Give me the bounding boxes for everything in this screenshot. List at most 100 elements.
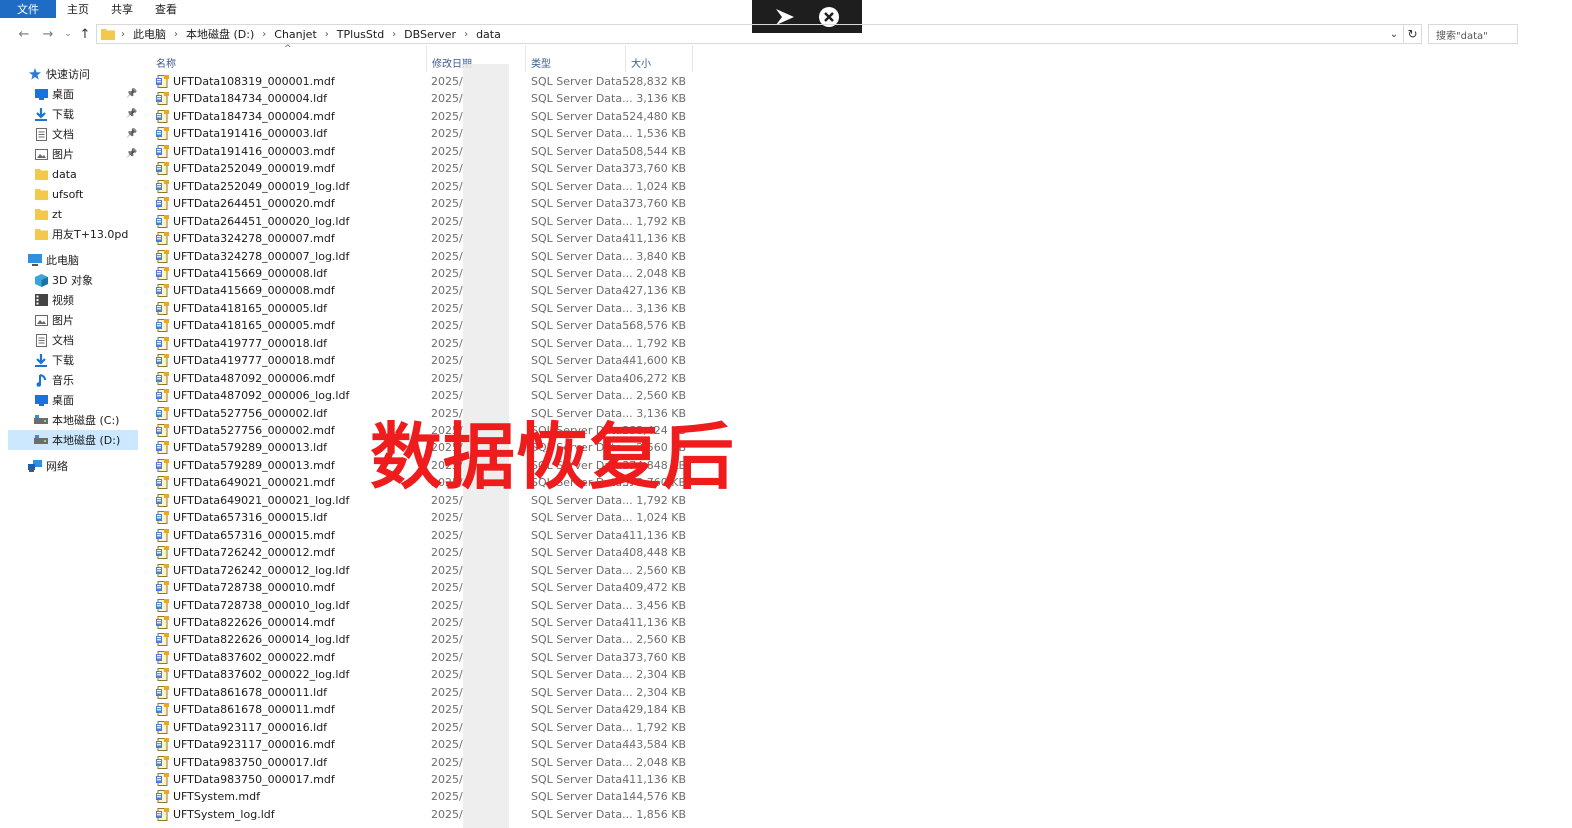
- star-icon: [28, 67, 42, 81]
- tab-home[interactable]: 主页: [56, 0, 100, 18]
- table-row[interactable]: UFTData419777_000018.mdf 2025/SQL Server …: [150, 352, 694, 369]
- sidebar-item-18[interactable]: 本地磁盘 (D:): [8, 430, 138, 450]
- pin-icon[interactable]: 📌: [126, 129, 137, 139]
- table-row[interactable]: UFTData728738_000010.mdf 2025/SQL Server …: [150, 579, 694, 596]
- sidebar-item-17[interactable]: 本地磁盘 (C:): [34, 410, 138, 430]
- table-row[interactable]: UFTData252049_000019_log.ldf 2025/SQL Ser…: [150, 178, 694, 195]
- sidebar-item-13[interactable]: 文档: [34, 330, 138, 350]
- table-row[interactable]: UFTData822626_000014.mdf 2025/SQL Server …: [150, 614, 694, 631]
- pin-icon[interactable]: 📌: [126, 109, 137, 119]
- pin-icon[interactable]: 📌: [126, 89, 137, 99]
- table-row[interactable]: UFTData726242_000012.mdf 2025/SQL Server …: [150, 544, 694, 561]
- sidebar-item-11[interactable]: 视频: [34, 290, 138, 310]
- table-row[interactable]: UFTData726242_000012_log.ldf 2025/SQL Ser…: [150, 562, 694, 579]
- sidebar-item-9[interactable]: 此电脑: [28, 250, 138, 270]
- desktop-icon: [34, 87, 48, 101]
- address-bar[interactable]: › 此电脑 › 本地磁盘 (D:) › Chanjet › TPlusStd ›…: [96, 24, 1404, 44]
- file-name: UFTData923117_000016.ldf: [173, 720, 328, 734]
- table-row[interactable]: UFTData837602_000022.mdf 2025/SQL Server …: [150, 649, 694, 666]
- table-row[interactable]: UFTData264451_000020_log.ldf 2025/SQL Ser…: [150, 213, 694, 230]
- table-row[interactable]: UFTData983750_000017.mdf 2025/SQL Server …: [150, 771, 694, 788]
- table-row[interactable]: UFTData415669_000008.mdf 2025/SQL Server …: [150, 282, 694, 299]
- breadcrumb-drive-d[interactable]: 本地磁盘 (D:): [186, 26, 254, 42]
- table-row[interactable]: UFTData191416_000003.ldf 2025/SQL Server …: [150, 125, 694, 142]
- column-header-type[interactable]: 类型: [531, 52, 623, 72]
- file-name: UFTData415669_000008.mdf: [173, 284, 335, 298]
- sidebar-item-2[interactable]: 下载 📌: [34, 104, 138, 124]
- breadcrumb-this-pc[interactable]: 此电脑: [133, 26, 166, 42]
- sidebar-item-1[interactable]: 桌面 📌: [34, 84, 138, 104]
- table-row[interactable]: UFTSystem.mdf 2025/SQL Server Data... 144,…: [150, 788, 694, 805]
- table-row[interactable]: UFTData418165_000005.mdf 2025/SQL Server …: [150, 317, 694, 334]
- tab-file[interactable]: 文件: [0, 0, 56, 18]
- table-row[interactable]: UFTData108319_000001.mdf 2025/SQL Server …: [150, 73, 694, 90]
- table-row[interactable]: UFTData264451_000020.mdf 2025/SQL Server …: [150, 195, 694, 212]
- breadcrumb-chanjet[interactable]: Chanjet: [274, 28, 317, 41]
- recent-dropdown-icon[interactable]: ⌄: [60, 26, 76, 42]
- sidebar-item-16[interactable]: 桌面: [34, 390, 138, 410]
- network-icon: [28, 459, 42, 473]
- breadcrumb-dbserver[interactable]: DBServer: [404, 28, 456, 41]
- table-row[interactable]: UFTData861678_000011.ldf 2025/SQL Server …: [150, 684, 694, 701]
- pin-icon[interactable]: 📌: [126, 149, 137, 159]
- column-header-size[interactable]: 大小: [631, 52, 691, 72]
- sidebar-item-label: 用友T+13.0pd: [52, 228, 129, 241]
- table-row[interactable]: UFTData923117_000016.ldf 2025/SQL Server …: [150, 719, 694, 736]
- table-row[interactable]: UFTData983750_000017.ldf 2025/SQL Server …: [150, 754, 694, 771]
- file-name: UFTData837602_000022.mdf: [173, 650, 335, 664]
- table-row[interactable]: UFTData728738_000010_log.ldf 2025/SQL Ser…: [150, 597, 694, 614]
- table-row[interactable]: UFTData324278_000007.mdf 2025/SQL Server …: [150, 230, 694, 247]
- table-row[interactable]: UFTData191416_000003.mdf 2025/SQL Server …: [150, 143, 694, 160]
- table-row[interactable]: UFTData822626_000014_log.ldf 2025/SQL Ser…: [150, 631, 694, 648]
- breadcrumb-tplusstd[interactable]: TPlusStd: [337, 28, 384, 41]
- sidebar-item-3[interactable]: 文档 📌: [34, 124, 138, 144]
- sidebar-item-10[interactable]: 3D 对象: [34, 270, 138, 290]
- file-type: SQL Server Data...: [531, 75, 633, 88]
- sidebar-item-6[interactable]: ufsoft: [34, 184, 138, 204]
- back-icon[interactable]: ←: [16, 26, 32, 42]
- sidebar-item-14[interactable]: 下载: [34, 350, 138, 370]
- tab-share[interactable]: 共享: [100, 0, 144, 18]
- table-row[interactable]: UFTData657316_000015.ldf 2025/SQL Server …: [150, 509, 694, 526]
- table-row[interactable]: UFTData184734_000004.mdf 2025/SQL Server …: [150, 108, 694, 125]
- sql-data-file-icon: [156, 563, 169, 577]
- sidebar-item-7[interactable]: zt: [34, 204, 138, 224]
- sidebar-item-8[interactable]: 用友T+13.0pd: [34, 224, 138, 244]
- table-row[interactable]: UFTData415669_000008.ldf 2025/SQL Server …: [150, 265, 694, 282]
- table-row[interactable]: UFTData837602_000022_log.ldf 2025/SQL Ser…: [150, 666, 694, 683]
- table-row[interactable]: UFTData324278_000007_log.ldf 2025/SQL Ser…: [150, 248, 694, 265]
- sidebar-item-0[interactable]: 快速访问: [28, 64, 138, 84]
- sidebar-item-5[interactable]: data: [34, 164, 138, 184]
- column-divider[interactable]: [692, 46, 693, 72]
- refresh-icon[interactable]: ↻: [1404, 24, 1422, 44]
- table-row[interactable]: UFTData657316_000015.mdf 2025/SQL Server …: [150, 527, 694, 544]
- breadcrumb-data[interactable]: data: [476, 28, 501, 41]
- file-name: UFTData419777_000018.ldf: [173, 336, 328, 350]
- file-date: 2025/: [431, 249, 463, 263]
- column-divider[interactable]: [625, 46, 626, 72]
- file-name-cell: UFTData861678_000011.ldf: [156, 684, 327, 701]
- column-header-name[interactable]: 名称: [156, 52, 426, 72]
- table-row[interactable]: UFTData923117_000016.mdf 2025/SQL Server …: [150, 736, 694, 753]
- forward-icon[interactable]: →: [40, 26, 56, 42]
- table-row[interactable]: UFTData419777_000018.ldf 2025/SQL Server …: [150, 335, 694, 352]
- column-divider[interactable]: [525, 46, 526, 72]
- table-row[interactable]: UFTSystem_log.ldf 2025/SQL Server Data...…: [150, 806, 694, 823]
- column-divider[interactable]: [426, 46, 427, 72]
- table-row[interactable]: UFTData487092_000006.mdf 2025/SQL Server …: [150, 370, 694, 387]
- sidebar-item-12[interactable]: 图片: [34, 310, 138, 330]
- search-input[interactable]: 搜索"data": [1428, 24, 1518, 44]
- sidebar-item-4[interactable]: 图片 📌: [34, 144, 138, 164]
- sidebar-item-19[interactable]: 网络: [28, 456, 138, 476]
- table-row[interactable]: UFTData184734_000004.ldf 2025/SQL Server …: [150, 90, 694, 107]
- table-row[interactable]: UFTData252049_000019.mdf 2025/SQL Server …: [150, 160, 694, 177]
- table-row[interactable]: UFTData418165_000005.ldf 2025/SQL Server …: [150, 300, 694, 317]
- up-icon[interactable]: ↑: [77, 26, 93, 42]
- tab-view[interactable]: 查看: [144, 0, 188, 18]
- sql-data-file-icon: [156, 633, 169, 647]
- sidebar-item-15[interactable]: 音乐: [34, 370, 138, 390]
- table-row[interactable]: UFTData861678_000011.mdf 2025/SQL Server …: [150, 701, 694, 718]
- chevron-down-icon[interactable]: ⌄: [1387, 27, 1401, 41]
- file-type: SQL Server Data...: [531, 249, 633, 263]
- file-size: 1,536 KB: [636, 127, 686, 141]
